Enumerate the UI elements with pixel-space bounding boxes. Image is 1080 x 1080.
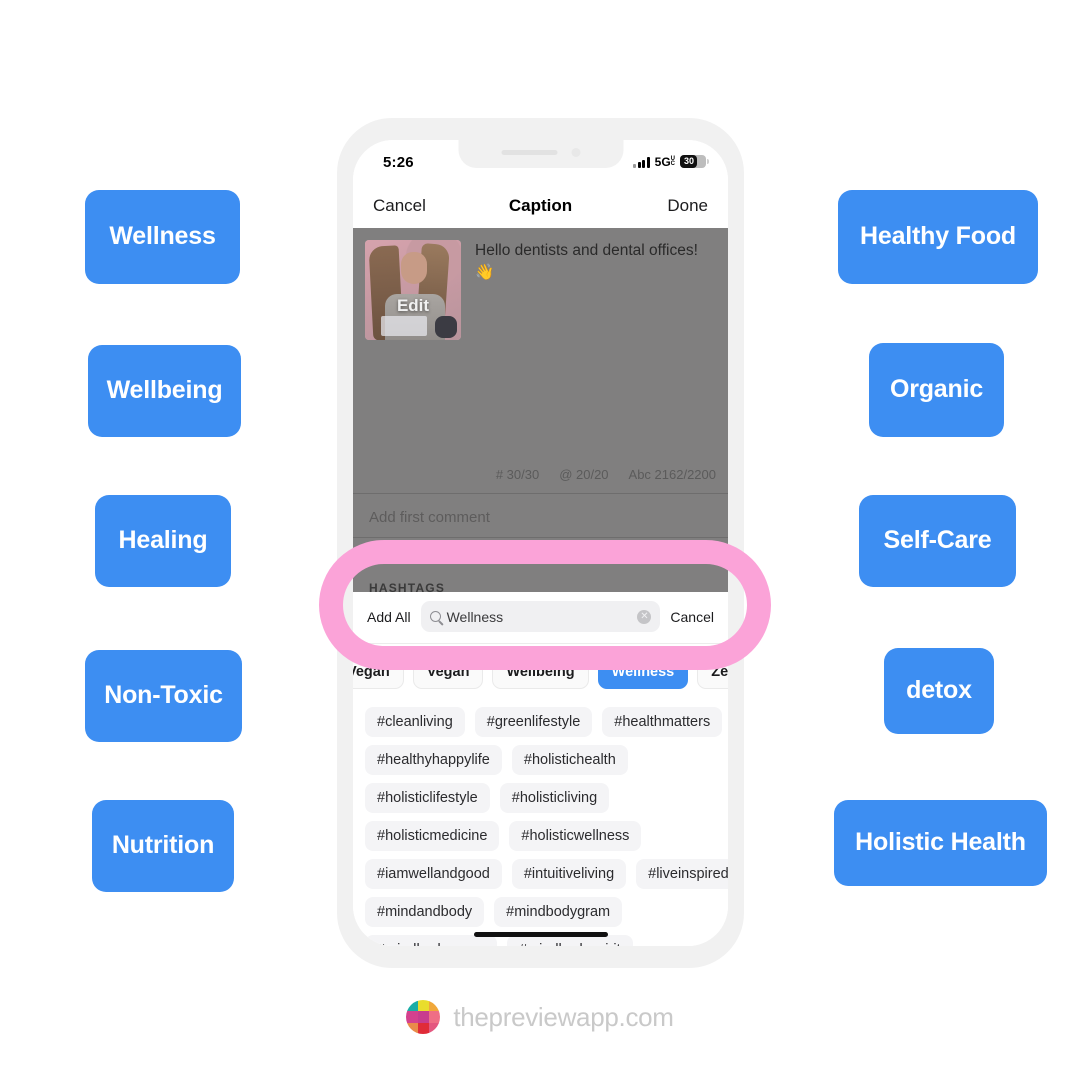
- hashtag-item[interactable]: #greenlifestyle: [474, 707, 593, 737]
- divider: [353, 537, 728, 538]
- logo-tile: [417, 1022, 429, 1034]
- footer-website-label: thepreviewapp.com: [453, 1001, 674, 1032]
- battery-icon: 30: [680, 154, 709, 168]
- suggestion-chip-vegan[interactable]: Vegan: [412, 655, 484, 689]
- keyword-label: Non-Toxic: [104, 681, 223, 710]
- add-all-button[interactable]: Add All: [367, 609, 411, 625]
- keyword-label: Wellbeing: [106, 376, 223, 405]
- logo-tile: [428, 1000, 441, 1012]
- page-title: Caption: [508, 196, 573, 215]
- logo-tile: [406, 1000, 418, 1012]
- logo-tile: [428, 1022, 441, 1034]
- front-camera: [571, 148, 580, 157]
- caption-counters: # 30/30 @ 20/20 Abc 2162/2200: [496, 467, 716, 482]
- logo-tile: [428, 1011, 441, 1023]
- hashtag-search-row: Add All Wellness ✕ Cancel: [353, 592, 728, 644]
- keyword-label: Holistic Health: [855, 828, 1026, 857]
- keyword-label: detox: [906, 676, 972, 705]
- divider: [353, 493, 728, 494]
- hashtag-item[interactable]: #intuitiveliving: [511, 859, 627, 889]
- search-input[interactable]: Wellness ✕: [420, 601, 661, 632]
- keyword-pill-holistic-health[interactable]: Holistic Health: [834, 800, 1047, 886]
- keyword-pill-non-toxic[interactable]: Non-Toxic: [85, 650, 242, 742]
- search-icon: [429, 611, 441, 622]
- hashtags-section-label: HASHTAGS: [369, 581, 446, 592]
- thumbnail-detail: [435, 316, 457, 338]
- keyword-label: Wellness: [109, 222, 216, 251]
- hashtag-item[interactable]: #liveinspired: [636, 859, 728, 889]
- keyword-pill-self-care[interactable]: Self-Care: [859, 495, 1016, 587]
- thumbnail-detail: [401, 252, 427, 284]
- status-indicators: 5G U C 30: [633, 154, 709, 170]
- phone-notch: [458, 140, 623, 168]
- post-thumbnail[interactable]: Edit: [365, 240, 461, 340]
- hashtag-row: #holisticlifestyle #holisticliving: [365, 783, 716, 813]
- keyword-pill-healthy-food[interactable]: Healthy Food: [838, 190, 1038, 284]
- hashtag-counter: # 30/30: [495, 467, 540, 482]
- logo-tile: [406, 1022, 418, 1034]
- suggestion-chip-zero-waste[interactable]: Zero waste: [697, 655, 728, 689]
- hashtag-item[interactable]: #iamwellandgood: [365, 859, 502, 889]
- hashtag-item[interactable]: #holisticliving: [499, 783, 610, 813]
- signal-bars-icon: [633, 156, 650, 168]
- keyword-label: Healing: [118, 526, 208, 555]
- hashtag-row: #healthyhappylife #holistichealth: [365, 745, 716, 775]
- suggestion-chip-partial[interactable]: Vegan: [353, 655, 404, 689]
- search-input-value: Wellness: [446, 608, 504, 625]
- keyword-pill-organic[interactable]: Organic: [869, 343, 1004, 437]
- keyword-label: Healthy Food: [860, 222, 1016, 251]
- phone-frame: 5:26 5G U C 30 Cancel Caption Done Edit …: [337, 118, 744, 968]
- keyword-pill-wellness[interactable]: Wellness: [85, 190, 240, 284]
- hashtag-item[interactable]: #holisticwellness: [509, 821, 642, 851]
- hashtag-row: #cleanliving #greenlifestyle #healthmatt…: [365, 707, 723, 737]
- caption-row: Edit Hello dentists and dental offices! …: [353, 228, 728, 340]
- keyword-label: Nutrition: [111, 831, 215, 860]
- edit-thumbnail-label[interactable]: Edit: [365, 296, 461, 316]
- keyword-label: Self-Care: [883, 526, 992, 555]
- hashtag-row: #holisticmedicine #holisticwellness: [365, 821, 716, 851]
- poster-canvas: Wellness Wellbeing Healing Non-Toxic Nut…: [0, 0, 1080, 1080]
- hashtag-row: #iamwellandgood #intuitiveliving #livein…: [365, 859, 728, 889]
- hashtag-item[interactable]: #healthyhappylife: [365, 745, 502, 775]
- caption-text[interactable]: Hello dentists and dental offices! 👋: [461, 240, 716, 340]
- caption-editor-dimmed: Edit Hello dentists and dental offices! …: [353, 228, 728, 556]
- suggestion-chip-wellbeing[interactable]: Wellbeing: [492, 655, 589, 689]
- hashtags-section-header-dimmed: HASHTAGS: [353, 556, 728, 592]
- suggestion-chips-row: Vegan Vegan Wellbeing Wellness Zero wast…: [353, 644, 728, 701]
- hashtag-item[interactable]: #holisticlifestyle: [365, 783, 490, 813]
- logo-tile: [417, 1000, 429, 1012]
- earpiece-speaker: [501, 150, 557, 155]
- nav-bar: Cancel Caption Done: [353, 184, 728, 228]
- footer: thepreviewapp.com: [0, 1000, 1080, 1034]
- keyword-pill-wellbeing[interactable]: Wellbeing: [88, 345, 241, 437]
- hashtag-item[interactable]: #holisticmedicine: [365, 821, 500, 851]
- thumbnail-detail: [381, 316, 427, 336]
- hashtag-item[interactable]: #healthmatters: [602, 707, 723, 737]
- hashtag-item[interactable]: #holistichealth: [511, 745, 628, 775]
- status-time: 5:26: [383, 153, 414, 171]
- hashtag-row: #mindandbody #mindbodygram: [365, 897, 716, 927]
- search-cancel-button[interactable]: Cancel: [670, 609, 714, 625]
- clear-search-icon[interactable]: ✕: [637, 609, 652, 624]
- battery-level-label: 30: [683, 156, 694, 166]
- suggestion-chip-wellness[interactable]: Wellness: [597, 655, 689, 689]
- logo-tile: [406, 1011, 418, 1023]
- hashtag-item[interactable]: #cleanliving: [365, 707, 465, 737]
- first-comment-input[interactable]: Add first comment: [369, 509, 490, 526]
- hashtag-item[interactable]: #mindandbody: [365, 897, 485, 927]
- hashtag-list: #cleanliving #greenlifestyle #healthmatt…: [353, 701, 728, 946]
- character-counter: Abc 2162/2200: [628, 467, 716, 482]
- mention-counter: @ 20/20: [559, 467, 609, 482]
- home-indicator[interactable]: [473, 932, 608, 937]
- phone-screen: 5:26 5G U C 30 Cancel Caption Done Edit …: [353, 140, 728, 946]
- hashtag-item[interactable]: #mindbodygram: [494, 897, 623, 927]
- keyword-pill-detox[interactable]: detox: [884, 648, 994, 734]
- network-type-label: 5G U C: [654, 154, 675, 169]
- preview-app-logo-icon: [406, 1000, 441, 1034]
- keyword-pill-nutrition[interactable]: Nutrition: [92, 800, 234, 892]
- keyword-label: Organic: [889, 375, 984, 404]
- keyword-pill-healing[interactable]: Healing: [95, 495, 231, 587]
- logo-tile: [417, 1011, 429, 1023]
